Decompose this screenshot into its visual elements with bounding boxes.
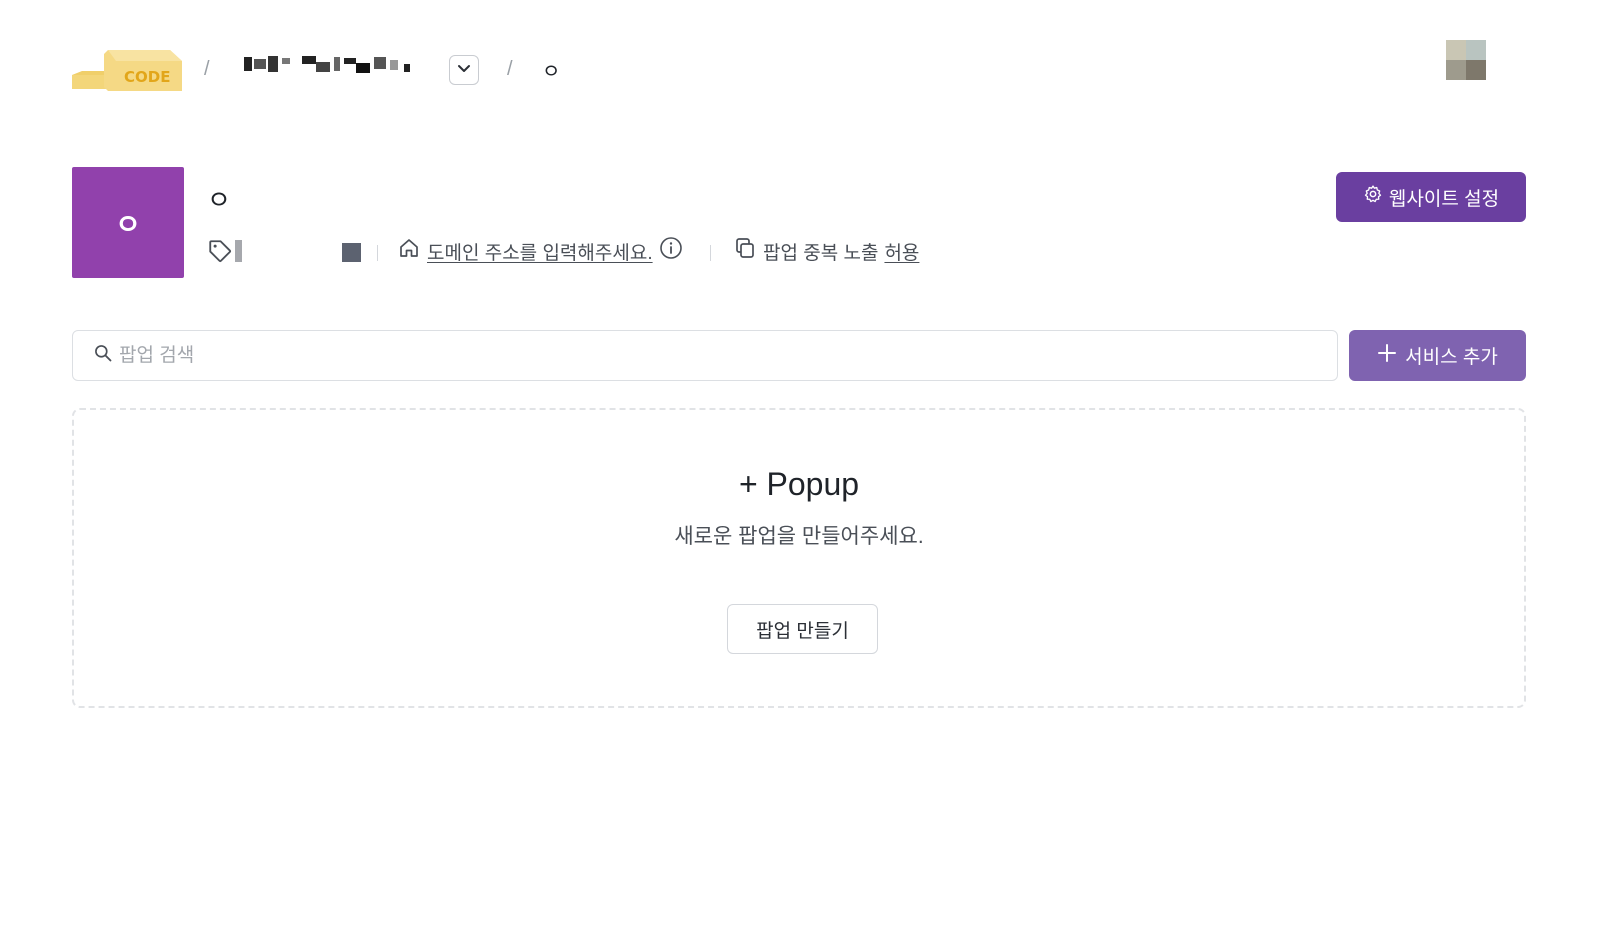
- domain-placeholder-text[interactable]: 도메인 주소를 입력해주세요.: [427, 238, 653, 265]
- popup-duplicate-setting[interactable]: 팝업 중복 노출 허용: [733, 237, 919, 265]
- home-icon: [397, 236, 421, 266]
- popup-search-box[interactable]: [72, 330, 1338, 381]
- duplicate-label: 팝업 중복 노출: [763, 242, 879, 264]
- empty-state-subtitle: 새로운 팝업을 만들어주세요.: [674, 525, 924, 548]
- site-tags[interactable]: [207, 237, 242, 265]
- add-service-button[interactable]: 서비스 추가: [1349, 330, 1526, 381]
- plus-icon: [1377, 343, 1397, 369]
- top-bar: CODE / / ㅇ: [72, 40, 1528, 96]
- site-name: ㅇ: [207, 185, 231, 215]
- app-logo[interactable]: CODE: [72, 45, 184, 93]
- info-icon[interactable]: [659, 236, 683, 266]
- add-service-label: 서비스 추가: [1405, 347, 1498, 368]
- breadcrumb-separator: /: [204, 58, 210, 80]
- divider: [377, 245, 378, 261]
- logo-text: CODE: [124, 68, 170, 86]
- gear-icon: [1363, 184, 1383, 210]
- breadcrumb-separator: /: [507, 58, 513, 80]
- domain-link[interactable]: 도메인 주소를 입력해주세요.: [397, 237, 683, 265]
- user-avatar[interactable]: [1446, 40, 1486, 80]
- website-settings-button[interactable]: 웹사이트 설정: [1336, 172, 1526, 222]
- empty-popup-panel: + Popup 새로운 팝업을 만들어주세요. 팝업 만들기: [72, 408, 1526, 708]
- duplicate-allow-toggle[interactable]: 허용: [884, 238, 919, 265]
- copy-icon: [733, 236, 757, 266]
- organization-name-redacted[interactable]: [244, 54, 444, 80]
- popup-search-input[interactable]: [119, 344, 1319, 367]
- site-thumbnail: ㅇ: [72, 167, 184, 278]
- website-settings-label: 웹사이트 설정: [1388, 188, 1500, 210]
- create-popup-button[interactable]: 팝업 만들기: [727, 604, 878, 654]
- search-icon: [93, 343, 113, 368]
- tag-icon: [207, 237, 235, 265]
- breadcrumb-current-site[interactable]: ㅇ: [542, 55, 560, 84]
- divider: [710, 245, 711, 261]
- chevron-down-icon: [456, 60, 472, 81]
- tag-redacted: [235, 240, 242, 262]
- empty-state-title: + Popup: [738, 466, 860, 502]
- organization-dropdown-button[interactable]: [449, 55, 479, 85]
- site-color-swatch[interactable]: [342, 243, 361, 262]
